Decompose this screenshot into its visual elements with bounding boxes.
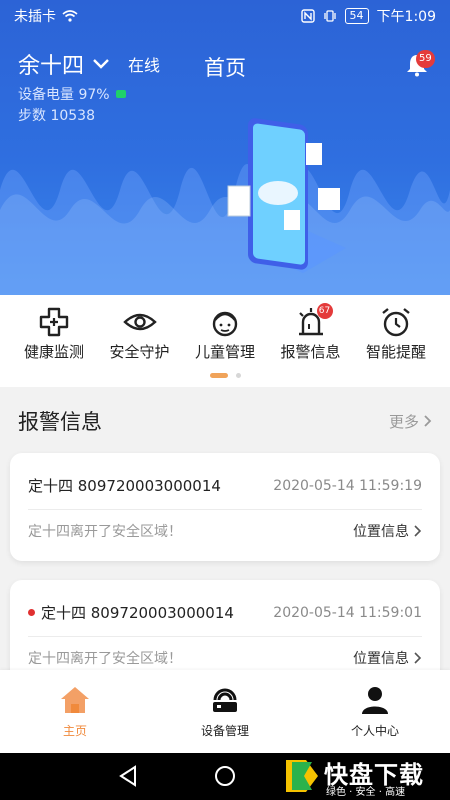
chevron-right-icon[interactable]: [413, 651, 422, 665]
device-battery: 设备电量 97%: [18, 84, 126, 104]
person-icon: [362, 687, 388, 714]
location-label[interactable]: 位置信息: [353, 648, 409, 668]
alert-device-wrap: 定十四 809720003000014: [28, 602, 234, 623]
home-circle-icon[interactable]: [214, 765, 236, 787]
feature-safety[interactable]: 安全守护: [98, 305, 182, 362]
phone-illustration: [227, 118, 346, 273]
tab-label: 主页: [62, 724, 87, 738]
wifi-icon: [62, 10, 78, 22]
device-icon: [213, 688, 237, 712]
eye-icon: [122, 313, 157, 331]
feature-label: 安全守护: [109, 343, 170, 361]
alert-card[interactable]: 定十四 809720003000014 2020-05-14 11:59:19 …: [10, 453, 440, 561]
page-dot: [235, 373, 241, 378]
alert-device: 定十四 809720003000014: [28, 477, 221, 495]
home-icon: [61, 687, 89, 713]
chevron-right-icon[interactable]: [423, 414, 432, 428]
app-screen: 未插卡 54 下午1:09 余十四 在线 首页 59 设备电量 97% 步数 1…: [0, 0, 450, 800]
divider: [28, 636, 422, 637]
location-link[interactable]: 位置信息: [353, 648, 422, 668]
nfc-icon: [300, 9, 315, 23]
vibrate-icon: [323, 10, 336, 22]
clock: 下午1:09: [376, 9, 436, 25]
feature-label: 报警信息: [280, 343, 341, 361]
watermark-subtitle: 绿色 · 安全 · 高速: [326, 787, 406, 798]
feature-alarm[interactable]: 67 报警信息: [269, 303, 353, 362]
step-count: 步数 10538: [18, 108, 95, 124]
alert-message: 定十四离开了安全区域！: [28, 524, 182, 540]
alert-message: 定十四离开了安全区域！: [28, 651, 182, 667]
health-cross-icon: [39, 307, 69, 337]
tab-label: 个人中心: [350, 724, 399, 738]
battery-level-icon: [115, 90, 126, 98]
bottom-nav: 主页 设备管理 个人中心: [0, 670, 450, 753]
location-link[interactable]: 位置信息: [353, 521, 422, 541]
feature-label: 健康监测: [23, 343, 84, 361]
more-link[interactable]: 更多: [389, 411, 432, 432]
header-banner: 未插卡 54 下午1:09 余十四 在线 首页 59 设备电量 97% 步数 1…: [0, 0, 450, 295]
tab-device[interactable]: 设备管理: [165, 684, 285, 739]
feature-label: 儿童管理: [194, 343, 255, 361]
feature-label: 智能提醒: [365, 343, 426, 361]
tab-home[interactable]: 主页: [15, 684, 135, 739]
alarm-clock-icon: [382, 308, 410, 337]
feature-health[interactable]: 健康监测: [12, 305, 96, 362]
alerts-title: 报警信息: [18, 410, 102, 434]
child-face-icon: [212, 311, 238, 337]
back-icon[interactable]: [118, 765, 138, 787]
page-title: 首页: [204, 56, 246, 80]
page-dot-active: [209, 373, 228, 378]
notification-badge: 59: [416, 50, 435, 68]
unread-dot: [28, 609, 35, 616]
battery-indicator: 54: [344, 8, 369, 24]
alert-time: 2020-05-14 11:59:19: [273, 477, 422, 494]
carrier-label: 未插卡: [14, 9, 56, 25]
device-battery-text: 设备电量 97%: [18, 87, 110, 103]
feature-child[interactable]: 儿童管理: [183, 305, 267, 362]
tab-label: 设备管理: [200, 724, 249, 738]
page-indicator: [0, 373, 450, 378]
alarm-badge: 67: [316, 303, 333, 319]
alert-device: 定十四 809720003000014: [41, 604, 234, 622]
feature-menu: 健康监测 安全守护 儿童管理 67 报警信息 智能提醒: [0, 295, 450, 387]
status-bar: 未插卡 54 下午1:09: [0, 0, 450, 32]
watermark-k-icon: [286, 760, 318, 792]
divider: [28, 509, 422, 510]
location-label[interactable]: 位置信息: [353, 521, 409, 541]
feature-reminder[interactable]: 智能提醒: [354, 305, 438, 362]
tab-profile[interactable]: 个人中心: [315, 684, 435, 739]
more-label[interactable]: 更多: [389, 411, 419, 432]
alerts-section-header: 报警信息 更多: [0, 395, 450, 447]
watermark-logo: 快盘下载 绿色 · 安全 · 高速: [282, 755, 448, 798]
chevron-right-icon[interactable]: [413, 524, 422, 538]
alert-time: 2020-05-14 11:59:01: [273, 604, 422, 621]
